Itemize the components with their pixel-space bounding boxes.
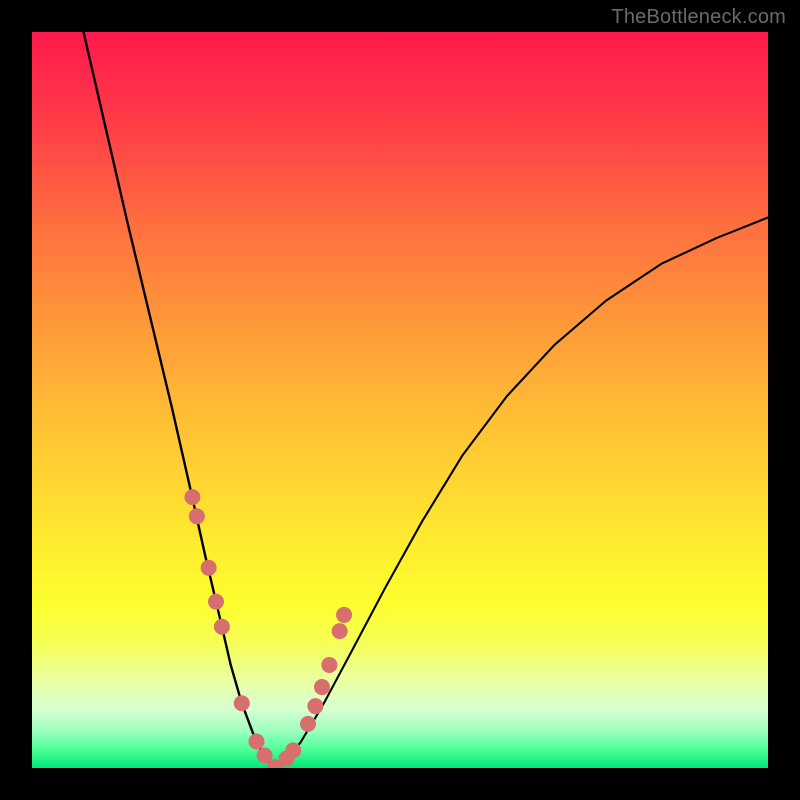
highlight-dot	[189, 508, 205, 524]
left-branch-curve	[84, 32, 275, 768]
highlight-dot	[234, 695, 250, 711]
highlight-dot	[214, 619, 230, 635]
highlight-dot	[285, 742, 301, 758]
highlight-dot	[321, 657, 337, 673]
chart-frame: TheBottleneck.com	[0, 0, 800, 800]
highlight-dot	[300, 716, 316, 732]
highlight-dot	[332, 623, 348, 639]
highlight-marker-group	[184, 489, 352, 768]
highlight-dot	[248, 734, 264, 750]
highlight-dot	[307, 698, 323, 714]
highlight-dot	[184, 489, 200, 505]
highlight-dot	[314, 679, 330, 695]
watermark-text: TheBottleneck.com	[611, 6, 786, 29]
plot-area	[32, 32, 768, 768]
curve-group	[84, 32, 768, 768]
highlight-dot	[336, 607, 352, 623]
highlight-dot	[208, 594, 224, 610]
right-branch-curve	[275, 217, 768, 768]
chart-svg	[32, 32, 768, 768]
highlight-dot	[201, 560, 217, 576]
